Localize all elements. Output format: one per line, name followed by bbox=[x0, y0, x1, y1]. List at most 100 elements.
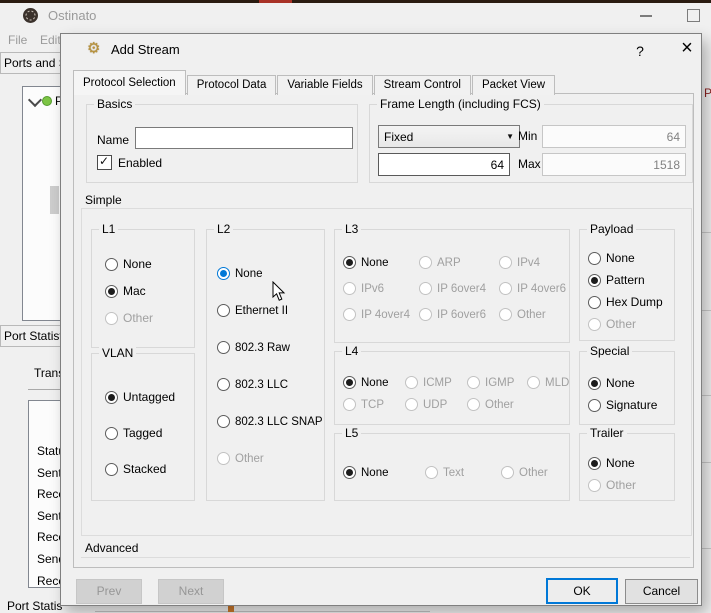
radio-payload-none[interactable]: None bbox=[588, 251, 663, 265]
checkmark-icon bbox=[97, 154, 112, 170]
radio-icon bbox=[105, 426, 118, 440]
background-text-fragment: P bbox=[704, 86, 711, 100]
frame-length-mode-select[interactable]: Fixed ▼ bbox=[378, 125, 520, 148]
tab-packet-view[interactable]: Packet View bbox=[471, 75, 556, 95]
minimize-icon[interactable] bbox=[640, 15, 652, 17]
radio-l4-none[interactable]: None bbox=[343, 376, 405, 389]
radio-icon bbox=[588, 456, 601, 470]
ok-button[interactable]: OK bbox=[546, 578, 618, 604]
radio-vlan-tagged[interactable]: Tagged bbox=[105, 426, 175, 440]
radio-l2-none[interactable]: None bbox=[217, 267, 323, 280]
radio-label: Other bbox=[606, 478, 637, 492]
tab-variable-fields[interactable]: Variable Fields bbox=[277, 75, 373, 95]
prev-button[interactable]: Prev bbox=[76, 579, 142, 604]
radio-label: 802.3 Raw bbox=[235, 341, 290, 354]
group-title-special: Special bbox=[587, 344, 633, 358]
radio-icon bbox=[343, 376, 356, 389]
radio-l2-802-3-llc[interactable]: 802.3 LLC bbox=[217, 378, 323, 391]
group-title-l2: L2 bbox=[214, 222, 234, 236]
radio-icon bbox=[105, 311, 118, 325]
radio-l4-tcp: TCP bbox=[343, 398, 405, 411]
dialog-title: Add Stream bbox=[111, 42, 180, 57]
enabled-checkbox[interactable]: Enabled bbox=[97, 154, 162, 170]
radio-icon bbox=[343, 308, 356, 321]
radio-icon bbox=[217, 267, 230, 280]
radio-label: Pattern bbox=[606, 273, 645, 287]
radio-l3-none[interactable]: None bbox=[343, 256, 419, 269]
radio-icon bbox=[343, 398, 356, 411]
radio-icon bbox=[467, 376, 480, 389]
radio-icon bbox=[105, 462, 118, 476]
group-trailer: Trailer None Other bbox=[579, 426, 675, 501]
background-gridline bbox=[702, 232, 711, 233]
radio-label: IPv4 bbox=[517, 256, 541, 269]
radio-payload-pattern[interactable]: Pattern bbox=[588, 273, 663, 287]
background-gridline bbox=[702, 310, 711, 311]
menu-edit[interactable]: Edit bbox=[40, 33, 61, 47]
radio-label: 802.3 LLC SNAP bbox=[235, 415, 323, 428]
mouse-cursor bbox=[272, 280, 286, 302]
min-field: 64 bbox=[542, 125, 686, 148]
radio-payload-hex-dump[interactable]: Hex Dump bbox=[588, 295, 663, 309]
radio-l3-ip-6over4: IP 6over4 bbox=[419, 282, 499, 295]
radio-l3-ip-4over6: IP 4over6 bbox=[499, 282, 566, 295]
radio-special-signature[interactable]: Signature bbox=[588, 398, 657, 412]
max-label: Max bbox=[518, 157, 541, 171]
radio-icon bbox=[217, 304, 230, 317]
radio-label: None bbox=[361, 376, 389, 389]
radio-trailer-none[interactable]: None bbox=[588, 456, 636, 470]
min-label: Min bbox=[518, 129, 538, 143]
radio-l1-none[interactable]: None bbox=[105, 257, 153, 271]
radio-l4-udp: UDP bbox=[405, 398, 467, 411]
radio-icon bbox=[588, 478, 601, 492]
name-input[interactable] bbox=[135, 127, 353, 149]
radio-vlan-stacked[interactable]: Stacked bbox=[105, 462, 175, 476]
radio-label: ARP bbox=[437, 256, 461, 269]
radio-icon bbox=[499, 256, 512, 269]
radio-label: UDP bbox=[423, 398, 448, 411]
radio-l5-text: Text bbox=[425, 466, 501, 479]
gear-icon: ⚙ bbox=[87, 40, 101, 57]
radio-icon bbox=[588, 295, 601, 309]
menu-file[interactable]: File bbox=[8, 33, 27, 47]
max-field: 1518 bbox=[542, 153, 686, 176]
advanced-section-title: Advanced bbox=[85, 541, 139, 555]
frame-length-input[interactable]: 64 bbox=[378, 153, 510, 176]
radio-vlan-untagged[interactable]: Untagged bbox=[105, 390, 175, 404]
radio-special-none[interactable]: None bbox=[588, 376, 657, 390]
radio-icon bbox=[217, 341, 230, 354]
basics-group-title: Basics bbox=[94, 97, 136, 111]
group-title-l3: L3 bbox=[342, 222, 362, 236]
radio-l4-mld: MLD bbox=[527, 376, 569, 389]
radio-l5-none[interactable]: None bbox=[343, 466, 425, 479]
tab-protocol-data[interactable]: Protocol Data bbox=[186, 75, 277, 95]
maximize-icon[interactable] bbox=[687, 9, 700, 22]
add-stream-dialog: ⚙ Add Stream ? × Protocol Selection Proto… bbox=[60, 33, 702, 606]
background-gridline bbox=[702, 462, 711, 463]
top-window-edge-accent bbox=[259, 0, 292, 3]
group-title-l1: L1 bbox=[99, 222, 119, 236]
radio-label: IP 4over6 bbox=[517, 282, 567, 295]
window-title: Ostinato bbox=[48, 8, 97, 23]
close-icon[interactable]: × bbox=[675, 36, 699, 60]
tab-stream-control[interactable]: Stream Control bbox=[373, 75, 471, 95]
divider bbox=[95, 611, 430, 612]
tree-scrollbar[interactable] bbox=[50, 186, 59, 214]
radio-label: None bbox=[361, 256, 389, 269]
frame-length-mode-value: Fixed bbox=[384, 129, 414, 144]
next-button[interactable]: Next bbox=[158, 579, 224, 604]
screen: Ostinato File Edit Ports and S P Port St… bbox=[0, 0, 711, 613]
radio-l1-other: Other bbox=[105, 311, 153, 325]
radio-l1-mac[interactable]: Mac bbox=[105, 284, 153, 298]
radio-l2-802-3-raw[interactable]: 802.3 Raw bbox=[217, 341, 323, 354]
radio-label: IPv6 bbox=[361, 282, 385, 295]
cancel-button[interactable]: Cancel bbox=[625, 579, 698, 604]
radio-l2-802-3-llc-snap[interactable]: 802.3 LLC SNAP bbox=[217, 415, 323, 428]
port-stats-panel-title: Port Statist bbox=[0, 325, 69, 347]
tab-protocol-selection[interactable]: Protocol Selection bbox=[73, 70, 186, 95]
radio-l2-ethernet-ii[interactable]: Ethernet II bbox=[217, 304, 323, 317]
radio-label: IP 6over6 bbox=[437, 308, 487, 321]
help-button[interactable]: ? bbox=[631, 43, 649, 61]
radio-icon bbox=[588, 398, 601, 412]
radio-icon bbox=[343, 256, 356, 269]
